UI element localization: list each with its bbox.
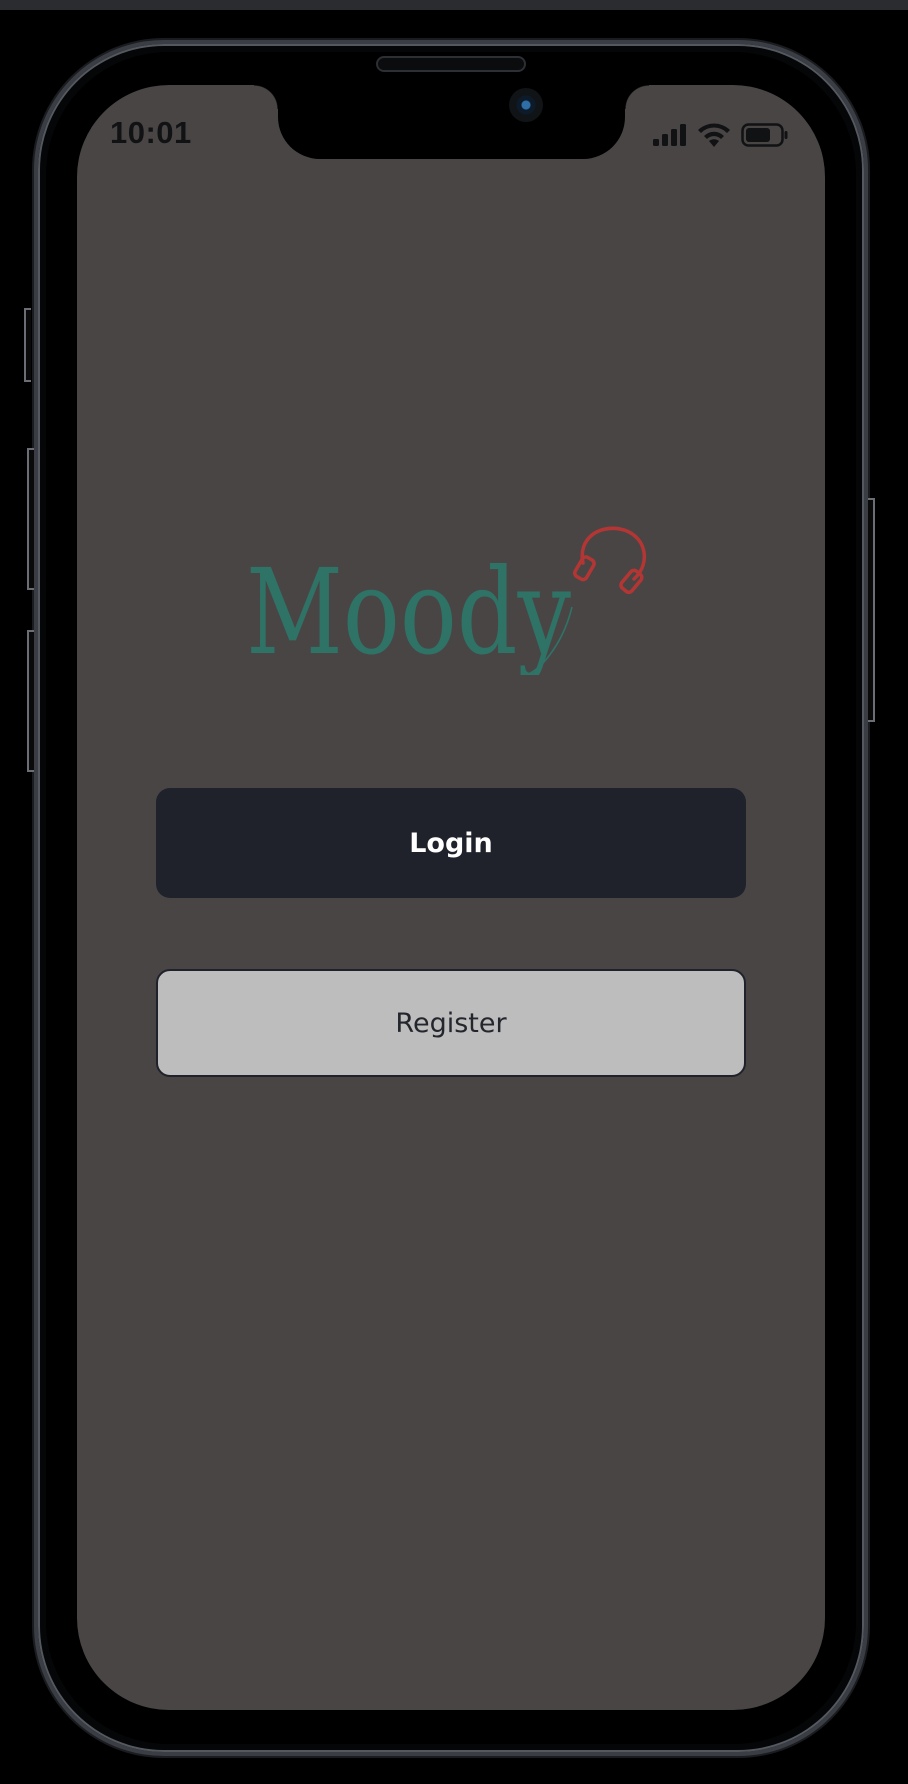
headphones-icon xyxy=(573,526,646,595)
wifi-icon xyxy=(698,123,730,147)
status-icons xyxy=(651,121,789,149)
register-button[interactable]: Register xyxy=(156,969,746,1077)
login-button[interactable]: Login xyxy=(156,788,746,898)
notch xyxy=(254,85,649,159)
silent-switch xyxy=(24,308,31,382)
volume-up-button xyxy=(27,448,34,590)
app-screen: 10:01 Moody Login Register xyxy=(77,85,825,1710)
power-button xyxy=(868,498,875,722)
earpiece-speaker xyxy=(376,56,526,72)
logo-wordmark: Moody xyxy=(246,543,571,675)
moody-logo: Moody xyxy=(246,526,646,675)
battery-icon xyxy=(741,123,788,147)
volume-down-button xyxy=(27,630,34,772)
front-camera xyxy=(509,88,543,122)
status-time: 10:01 xyxy=(110,115,192,150)
window-top-bar xyxy=(0,0,908,10)
cellular-signal-icon xyxy=(653,124,686,146)
